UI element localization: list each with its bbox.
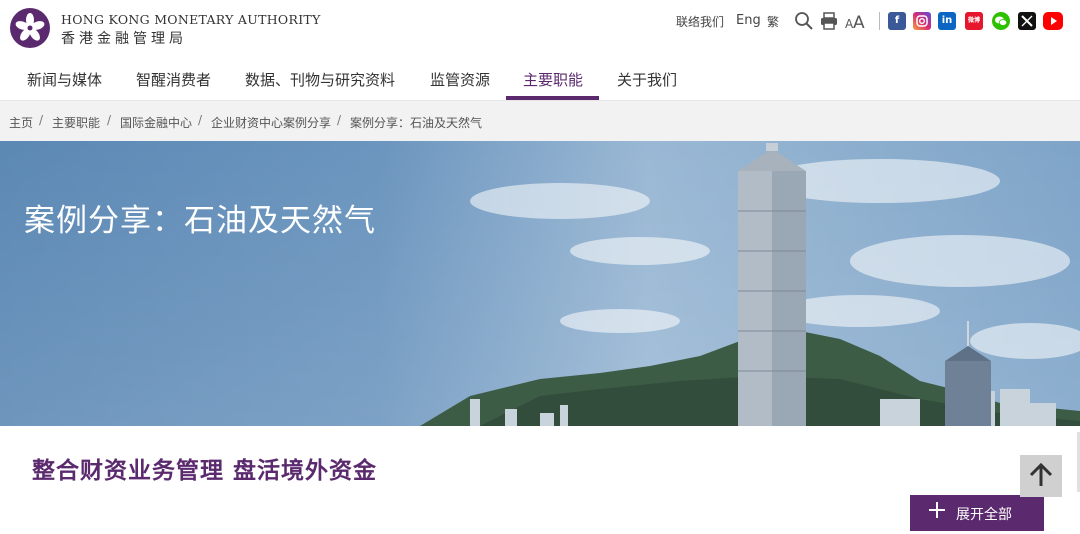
breadcrumb-home[interactable]: 主页 xyxy=(9,114,33,131)
skyline-image xyxy=(0,141,1080,426)
breadcrumb-separator: / xyxy=(337,113,342,127)
bauhinia-icon xyxy=(11,9,49,47)
plus-icon xyxy=(928,501,946,524)
youtube-icon[interactable] xyxy=(1043,12,1063,30)
font-size-icon[interactable]: AA xyxy=(845,11,867,33)
logo-text-zh[interactable]: 香港金融管理局 xyxy=(61,28,187,48)
nav-item-smart-consumer[interactable]: 智醒消费者 xyxy=(136,69,211,90)
wechat-icon[interactable] xyxy=(992,12,1010,30)
section-title: 整合财资业务管理 盘活境外资金 xyxy=(32,458,378,484)
arrow-up-icon xyxy=(1029,462,1053,486)
breadcrumb-key-functions[interactable]: 主要职能 xyxy=(52,114,100,131)
nav-item-news-media[interactable]: 新闻与媒体 xyxy=(27,69,102,90)
breadcrumb-separator: / xyxy=(39,113,44,127)
nav-item-data-publications[interactable]: 数据、刊物与研究资料 xyxy=(245,69,395,90)
expand-all-button[interactable]: 展开全部 xyxy=(910,495,1044,531)
traditional-chinese-link[interactable]: 繁 xyxy=(767,13,779,30)
facebook-icon[interactable]: f xyxy=(888,12,906,30)
linkedin-icon[interactable]: in xyxy=(938,12,956,30)
breadcrumb-current: 案例分享：石油及天然气 xyxy=(350,116,483,130)
back-to-top-button[interactable] xyxy=(1020,455,1062,497)
breadcrumb-ifc[interactable]: 国际金融中心 xyxy=(120,114,192,131)
search-icon[interactable] xyxy=(794,11,814,31)
nav-item-key-functions[interactable]: 主要职能 xyxy=(523,69,583,90)
breadcrumb-separator: / xyxy=(107,113,112,127)
nav-item-regulatory-resources[interactable]: 监管资源 xyxy=(430,69,490,90)
hkma-logo-emblem[interactable] xyxy=(10,8,50,48)
english-language-link[interactable]: Eng xyxy=(736,13,761,28)
site-header: HONG KONG MONETARY AUTHORITY 香港金融管理局 联络我… xyxy=(0,0,1080,62)
x-icon[interactable] xyxy=(1018,12,1036,30)
svg-text:A: A xyxy=(853,13,865,31)
logo-text-en[interactable]: HONG KONG MONETARY AUTHORITY xyxy=(61,12,321,27)
header-divider xyxy=(879,12,880,30)
contact-us-link[interactable]: 联络我们 xyxy=(676,13,724,30)
nav-item-about-us[interactable]: 关于我们 xyxy=(617,69,677,90)
expand-all-label: 展开全部 xyxy=(956,507,1012,523)
banner-title: 案例分享：石油及天然气 xyxy=(24,203,376,239)
breadcrumb: 主页 / 主要职能 / 国际金融中心 / 企业财资中心案例分享 / 案例分享：石… xyxy=(0,100,1080,141)
breadcrumb-separator: / xyxy=(198,113,203,127)
print-icon[interactable] xyxy=(819,11,839,31)
main-nav: 新闻与媒体 智醒消费者 数据、刊物与研究资料 监管资源 主要职能 关于我们 xyxy=(0,62,1080,100)
hero-banner: 案例分享：石油及天然气 xyxy=(0,141,1080,426)
breadcrumb-ctc-cases[interactable]: 企业财资中心案例分享 xyxy=(211,114,331,131)
weibo-icon[interactable]: 微博 xyxy=(965,12,983,30)
instagram-icon[interactable] xyxy=(913,12,931,30)
